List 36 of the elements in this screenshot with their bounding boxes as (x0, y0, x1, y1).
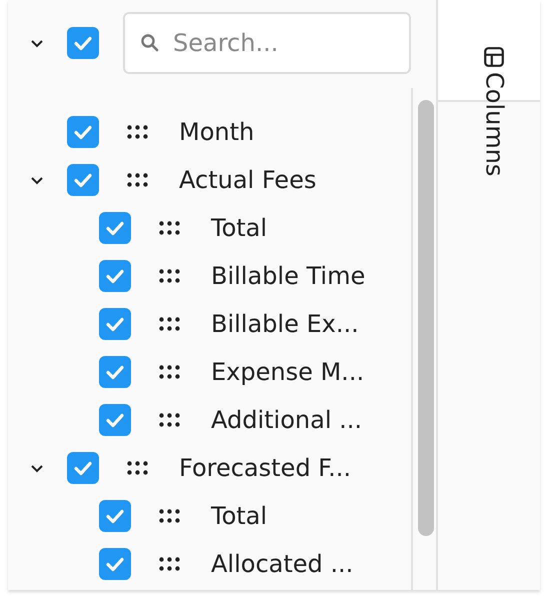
column-label: Allocated ... (211, 550, 354, 578)
column-label: Additional ... (211, 406, 362, 434)
column-label: Billable Time (211, 262, 366, 290)
checkbox[interactable] (99, 308, 131, 340)
checkbox[interactable] (99, 404, 131, 436)
drag-handle-icon[interactable] (127, 461, 149, 475)
drag-handle-icon[interactable] (159, 269, 181, 283)
checkbox[interactable] (67, 452, 99, 484)
columns-tab[interactable]: Columns (480, 46, 508, 176)
column-label: Billable Ex... (211, 310, 359, 338)
drag-handle-icon[interactable] (159, 221, 181, 235)
checkbox[interactable] (99, 212, 131, 244)
search-icon (140, 33, 160, 53)
column-label: Forecasted F... (179, 454, 352, 482)
drag-handle-icon[interactable] (127, 173, 149, 187)
drag-handle-icon[interactable] (159, 413, 181, 427)
checkbox[interactable] (67, 27, 99, 59)
drag-handle-icon[interactable] (159, 509, 181, 523)
column-label: Month (179, 118, 254, 146)
drag-handle-icon[interactable] (159, 365, 181, 379)
checkbox[interactable] (99, 356, 131, 388)
checkbox[interactable] (99, 260, 131, 292)
drag-handle-icon[interactable] (127, 125, 149, 139)
column-label: Expense M... (211, 358, 364, 386)
column-label: Actual Fees (179, 166, 316, 194)
checkbox[interactable] (99, 548, 131, 580)
checkbox[interactable] (99, 500, 131, 532)
drag-handle-icon[interactable] (159, 557, 181, 571)
checkbox[interactable] (67, 164, 99, 196)
scrollbar[interactable] (411, 88, 436, 590)
column-label: Total (211, 214, 268, 242)
search-field[interactable]: Search... (123, 12, 411, 74)
table-icon (482, 46, 505, 68)
column-label: Total (211, 502, 268, 530)
drag-handle-icon[interactable] (159, 317, 181, 331)
checkbox[interactable] (67, 116, 99, 148)
